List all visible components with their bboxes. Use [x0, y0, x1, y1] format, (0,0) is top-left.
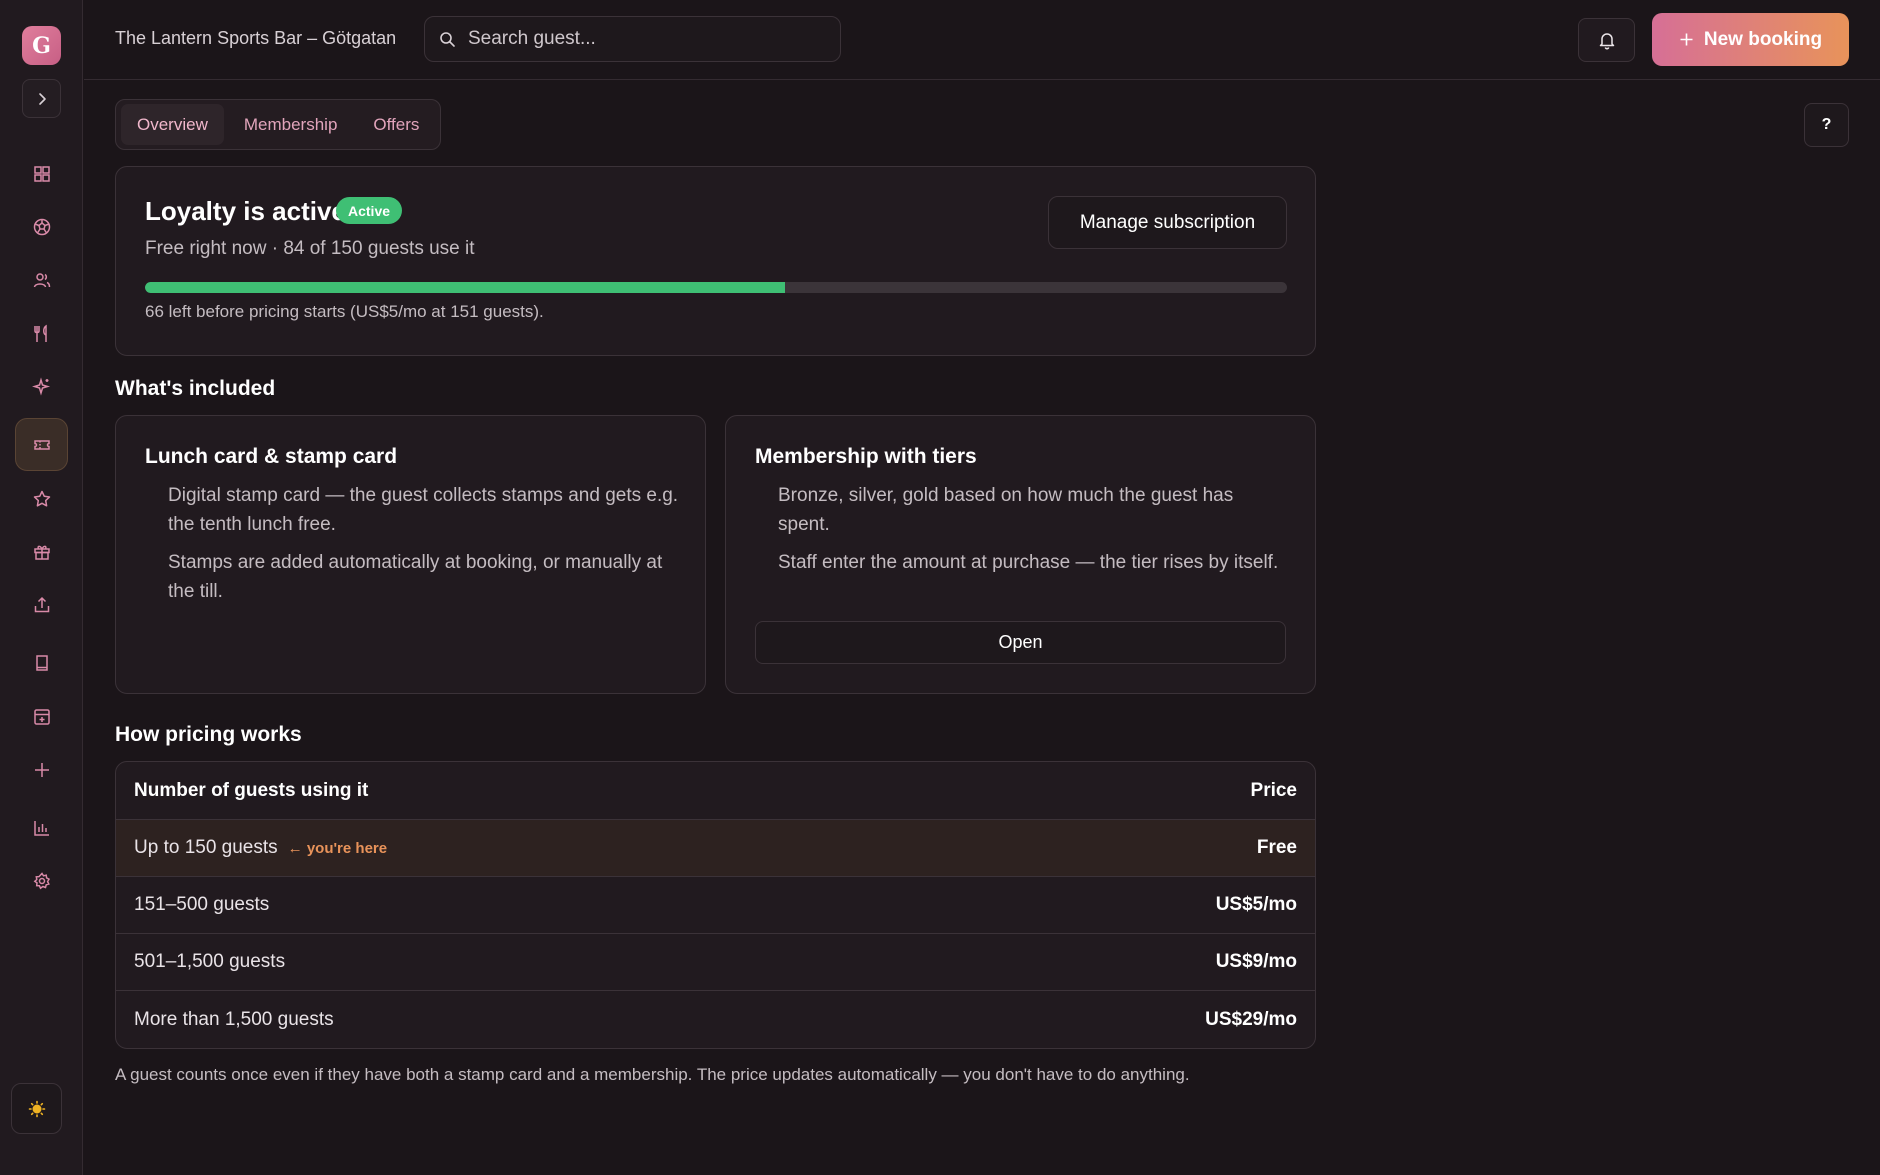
nav-dashboard[interactable] — [15, 147, 68, 200]
list-item: Stamps are added automatically at bookin… — [168, 552, 663, 602]
manage-subscription-button[interactable]: Manage subscription — [1048, 196, 1287, 249]
venue-name: The Lantern Sports Bar – Götgatan — [115, 28, 397, 48]
header-price: Price — [1250, 779, 1297, 801]
tab-membership[interactable]: Membership — [228, 104, 354, 145]
plus-icon — [34, 762, 49, 777]
bell-icon — [1599, 33, 1614, 50]
row-label: 151–500 guests — [134, 894, 270, 915]
dashboard-icon — [33, 165, 50, 182]
bar-chart-icon — [33, 820, 49, 836]
feature-title: Membership with tiers — [755, 445, 977, 468]
upload-icon — [34, 596, 49, 612]
nav-sports[interactable] — [15, 200, 68, 253]
nav-ai[interactable] — [15, 360, 68, 413]
nav-docs[interactable] — [15, 636, 68, 689]
loyalty-title: Loyalty is active — [145, 196, 346, 226]
table-row: More than 1,500 guests US$29/mo — [116, 991, 1315, 1048]
pricing-table: Number of guests using it Price Up to 15… — [115, 761, 1316, 1049]
nav-loyalty[interactable] — [15, 418, 68, 471]
top-bar: The Lantern Sports Bar – Götgatan New bo… — [84, 0, 1880, 80]
usage-progress-bar — [145, 282, 1287, 293]
theme-toggle-button[interactable] — [11, 1083, 62, 1134]
row-price: US$29/mo — [1205, 1008, 1297, 1030]
tab-offers[interactable]: Offers — [357, 104, 435, 145]
nav-guests[interactable] — [15, 253, 68, 306]
gift-icon — [33, 545, 50, 560]
row-label: 501–1,500 guests — [134, 951, 286, 972]
table-header: Number of guests using it Price — [116, 762, 1315, 820]
chevron-right-icon — [38, 92, 46, 105]
row-price: Free — [1256, 837, 1297, 858]
app-logo[interactable]: G — [22, 26, 61, 65]
star-icon — [33, 490, 50, 507]
nav-events[interactable] — [15, 690, 68, 743]
table-row: Up to 150 guests ← you're here Free — [116, 820, 1315, 877]
row-price: US$9/mo — [1215, 951, 1297, 972]
feature-list: Bronze, silver, gold based on how much t… — [778, 481, 1289, 586]
nav-menu[interactable] — [15, 307, 68, 360]
nav-reviews[interactable] — [15, 472, 68, 525]
search-box[interactable] — [424, 16, 841, 62]
current-tier-marker: ← you're here — [287, 840, 388, 857]
loyalty-status-card: Loyalty is active Active Free right now … — [115, 166, 1316, 356]
users-icon — [33, 272, 50, 287]
section-title-pricing: How pricing works — [115, 723, 302, 746]
feature-list: Digital stamp card — the guest collects … — [168, 481, 679, 615]
usage-progress-fill — [145, 282, 785, 293]
plus-icon — [1680, 33, 1693, 46]
section-title-included: What's included — [115, 377, 276, 400]
new-booking-label: New booking — [1703, 28, 1823, 50]
row-price: US$5/mo — [1215, 894, 1297, 915]
loyalty-subtitle: Free right now · 84 of 150 guests use it — [145, 238, 475, 259]
tab-overview[interactable]: Overview — [121, 104, 224, 145]
status-badge: Active — [336, 197, 403, 224]
nav-export[interactable] — [15, 578, 68, 631]
sun-icon — [28, 1100, 45, 1117]
header-label: Number of guests using it — [134, 779, 369, 801]
tab-bar: Overview Membership Offers — [115, 99, 442, 150]
list-item: Bronze, silver, gold based on how much t… — [778, 485, 1234, 535]
sparkles-icon — [31, 376, 50, 396]
table-row: 151–500 guests US$5/mo — [116, 877, 1315, 934]
progress-note: 66 left before pricing starts (US$5/mo a… — [145, 302, 544, 321]
expand-sidebar-button[interactable] — [22, 79, 61, 118]
nav-add[interactable] — [15, 743, 68, 796]
table-row: 501–1,500 guests US$9/mo — [116, 934, 1315, 991]
row-label-wrap: Up to 150 guests ← you're here — [134, 837, 387, 859]
help-button[interactable]: ? — [1804, 103, 1849, 147]
nav-stats[interactable] — [15, 801, 68, 854]
search-input[interactable] — [468, 28, 808, 50]
open-membership-button[interactable]: Open — [755, 621, 1286, 664]
sidebar: G — [0, 0, 83, 1175]
settings-icon — [33, 871, 50, 889]
list-item: Staff enter the amount at purchase — the… — [778, 552, 1279, 573]
feature-card-membership: Membership with tiers Bronze, silver, go… — [725, 415, 1316, 694]
new-booking-button[interactable]: New booking — [1652, 13, 1849, 66]
nav-gifts[interactable] — [15, 525, 68, 578]
feature-card-stamp: Lunch card & stamp card Digital stamp ca… — [115, 415, 706, 694]
pricing-footnote: A guest counts once even if they have bo… — [115, 1065, 1190, 1084]
list-item: Digital stamp card — the guest collects … — [168, 485, 679, 535]
calendar-plus-icon — [33, 708, 50, 725]
book-icon — [35, 654, 48, 671]
search-icon — [440, 31, 455, 47]
feature-title: Lunch card & stamp card — [145, 445, 398, 468]
row-label: Up to 150 guests — [134, 837, 278, 858]
notifications-button[interactable] — [1578, 18, 1635, 62]
utensils-icon — [33, 324, 47, 342]
soccer-ball-icon — [33, 218, 50, 235]
row-label: More than 1,500 guests — [134, 1008, 334, 1030]
nav-settings[interactable] — [15, 854, 68, 907]
ticket-icon — [33, 439, 50, 450]
